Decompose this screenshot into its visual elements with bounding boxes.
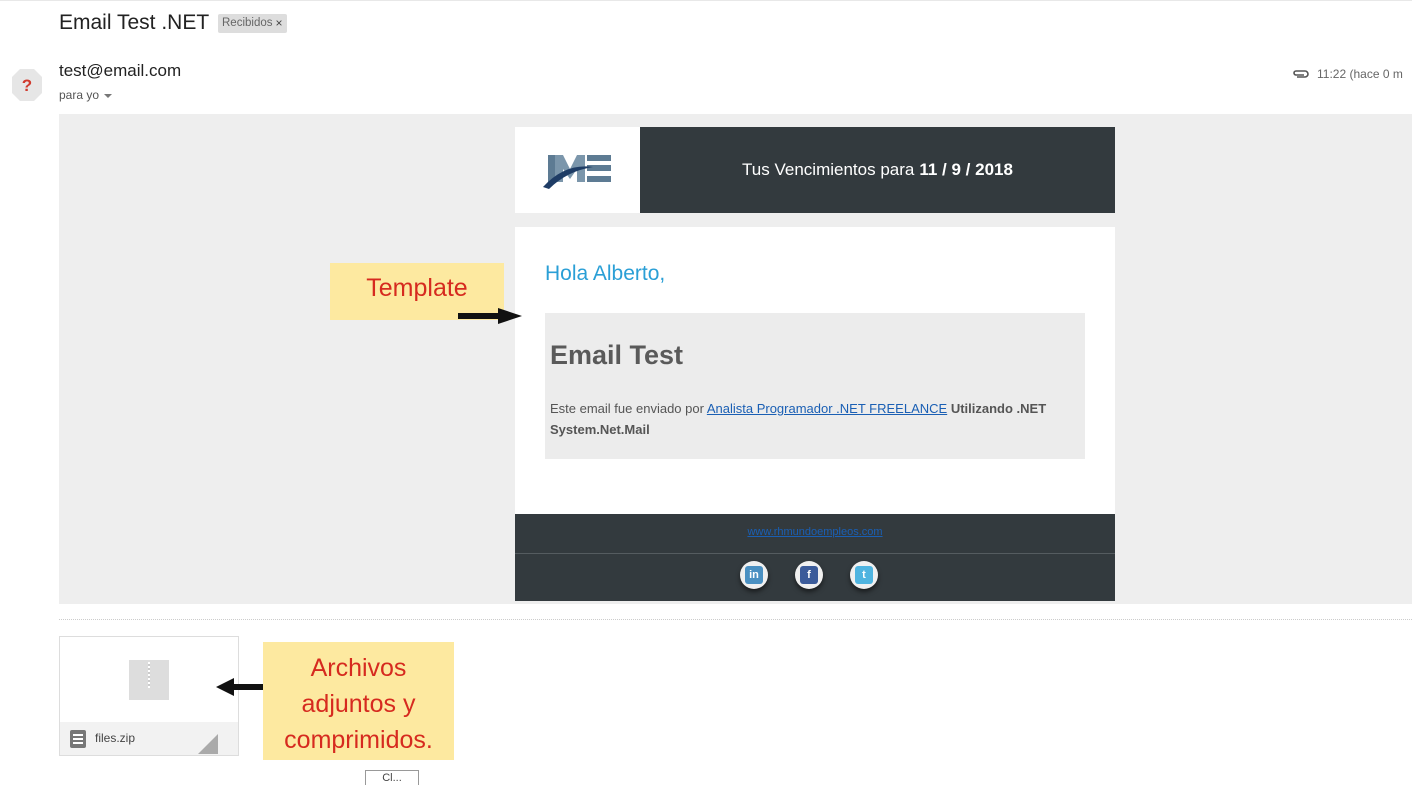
greeting: Hola Alberto, [545,262,666,285]
folded-corner-icon [198,734,218,754]
footer-website: www.rhmundoempleos.com [515,526,1115,538]
attachment-file-name: files.zip [95,731,136,745]
avatar-glyph: ? [22,76,32,95]
label-text: Recibidos [222,17,273,29]
zip-file-icon [129,660,169,700]
timestamp-text: 11:22 (hace 0 m [1317,67,1403,81]
template-header-title: Tus Vencimientos para 11 / 9 / 2018 [640,127,1115,213]
header-title-prefix: Tus Vencimientos para [742,160,915,179]
message-heading: Email Test [550,340,684,370]
partial-button[interactable]: Cl... [365,770,419,785]
twitter-button[interactable]: t [850,561,878,589]
remove-label-icon[interactable]: × [276,14,283,33]
annotation-line-1: Archivos [310,654,407,682]
message-body-text: Este email fue enviado por [550,401,704,416]
message-text: Este email fue enviado por Analista Prog… [550,398,1070,440]
facebook-button[interactable]: f [795,561,823,589]
linkedin-icon: in [745,566,763,584]
chevron-down-icon[interactable] [104,93,113,98]
freelance-link[interactable]: Analista Programador .NET FREELANCE [707,401,947,416]
recipient-details[interactable]: para yo [59,88,113,102]
recipient-text: para yo [59,88,100,102]
top-divider [0,0,1412,1]
logo-icon [543,155,611,189]
attachments-annotation: Archivos adjuntos y comprimidos. [263,642,454,760]
website-link[interactable]: www.rhmundoempleos.com [747,526,882,538]
attachments-separator [59,619,1412,620]
unknown-sender-avatar: ? [12,69,42,101]
annotation-line-3: comprimidos. [284,726,433,754]
header-title-date: 11 / 9 / 2018 [919,160,1013,179]
arrow-left-icon [216,678,264,696]
inbox-label-chip[interactable]: Recibidos × [218,14,287,33]
email-subject: Email Test .NET [59,11,210,34]
message-timestamp: 11:22 (hace 0 m [1292,67,1412,81]
document-icon [70,730,86,748]
facebook-icon: f [800,566,818,584]
paperclip-icon [1293,70,1309,78]
company-logo [515,127,640,213]
annotation-line-2: adjuntos y [301,690,416,718]
footer-divider [515,553,1115,554]
sender-address[interactable]: test@email.com [59,61,181,81]
arrow-right-icon [458,308,522,324]
linkedin-button[interactable]: in [740,561,768,589]
twitter-icon: t [855,566,873,584]
